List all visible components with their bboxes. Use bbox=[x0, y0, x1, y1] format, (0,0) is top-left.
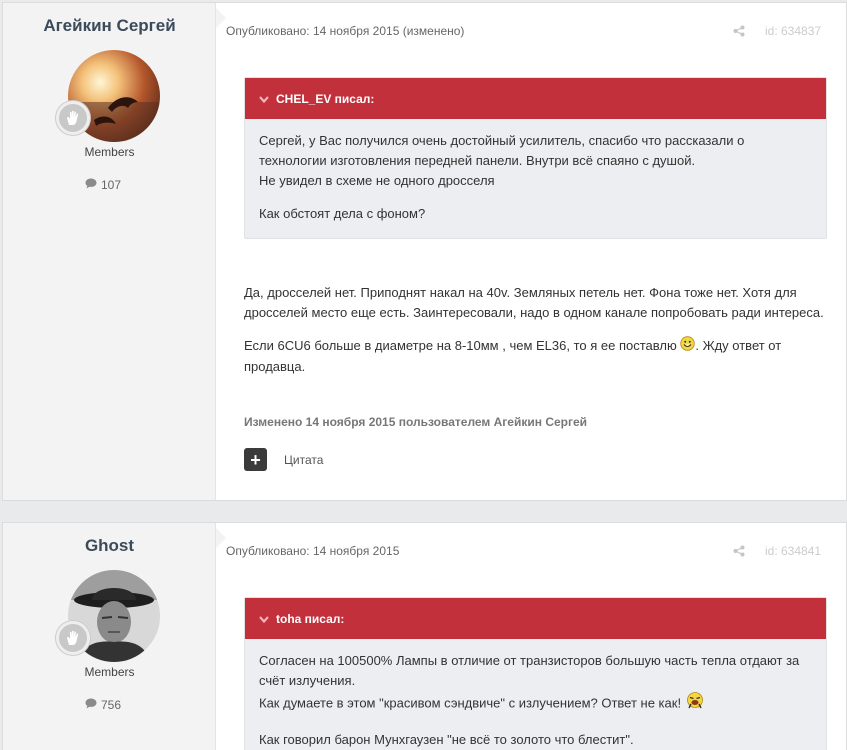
post-body: Да, дросселей нет. Приподнят накал на 40… bbox=[244, 283, 824, 390]
quote-text: Как думаете в этом "красивом сэндвиче" с… bbox=[259, 695, 682, 711]
post-count-value: 756 bbox=[101, 698, 122, 712]
author-name[interactable]: Агейкин Сергей bbox=[3, 16, 216, 36]
edited-note: Изменено 14 ноября 2015 пользователем Аг… bbox=[244, 415, 588, 429]
quote-block: CHEL_EV писал: Сергей, у Вас получился о… bbox=[244, 77, 827, 239]
avatar-container bbox=[56, 570, 160, 662]
quote-header[interactable]: CHEL_EV писал: bbox=[245, 78, 826, 119]
rank-hand-icon bbox=[56, 101, 90, 135]
post-id[interactable]: id: 634837 bbox=[765, 24, 821, 38]
chevron-down-icon bbox=[259, 612, 269, 626]
post-text: Если 6CU6 больше в диаметре на 8-10мм , … bbox=[244, 338, 677, 353]
author-panel: Агейкин Сергей Members 107 bbox=[3, 3, 216, 500]
post: Ghost Members 756 Опубликовано: 14 ноябр… bbox=[2, 522, 847, 750]
comment-icon bbox=[85, 698, 97, 712]
published-date[interactable]: Опубликовано: 14 ноября 2015 bbox=[226, 544, 399, 558]
quote-paragraph: Как обстоят дела с фоном? bbox=[259, 206, 426, 221]
multiquote-add-button[interactable]: + bbox=[244, 448, 267, 471]
share-icon[interactable] bbox=[733, 24, 745, 42]
post-count: 107 bbox=[85, 178, 121, 192]
quote-body: Согласен на 100500% Лампы в отличие от т… bbox=[245, 639, 826, 750]
share-icon[interactable] bbox=[733, 544, 745, 562]
post-id[interactable]: id: 634841 bbox=[765, 544, 821, 558]
quote-block: toha писал: Согласен на 100500% Лампы в … bbox=[244, 597, 827, 750]
member-group: Members bbox=[84, 145, 135, 159]
smile-emoji-icon bbox=[680, 336, 696, 357]
author-pointer bbox=[216, 528, 226, 548]
post-paragraph: Да, дросселей нет. Приподнят накал на 40… bbox=[244, 285, 824, 320]
laugh-emoji-icon bbox=[685, 691, 705, 717]
post-paragraph: Если 6CU6 больше в диаметре на 8-10мм , … bbox=[244, 336, 824, 377]
rank-hand-icon bbox=[56, 621, 90, 655]
member-group: Members bbox=[84, 665, 135, 679]
quote-header[interactable]: toha писал: bbox=[245, 598, 826, 639]
comment-icon bbox=[85, 178, 97, 192]
quote-author: CHEL_EV писал: bbox=[276, 91, 375, 106]
quote-paragraph: Как думаете в этом "красивом сэндвиче" с… bbox=[259, 691, 812, 717]
quote-paragraph: Сергей, у Вас получился очень достойный … bbox=[259, 133, 745, 168]
quote-author: toha писал: bbox=[276, 611, 345, 626]
quote-paragraph: Согласен на 100500% Лампы в отличие от т… bbox=[259, 653, 800, 688]
avatar-container bbox=[56, 50, 160, 142]
author-name[interactable]: Ghost bbox=[3, 536, 216, 556]
author-pointer bbox=[216, 8, 226, 28]
quote-paragraph: Не увидел в схеме не одного дросселя bbox=[259, 173, 495, 188]
quote-paragraph: Как говорил барон Мунхгаузен "не всё то … bbox=[259, 732, 634, 747]
quote-button[interactable]: Цитата bbox=[284, 453, 323, 467]
post-count-value: 107 bbox=[101, 178, 122, 192]
quote-body: Сергей, у Вас получился очень достойный … bbox=[245, 119, 826, 224]
chevron-down-icon bbox=[259, 92, 269, 106]
author-panel: Ghost Members 756 bbox=[3, 523, 216, 750]
published-date[interactable]: Опубликовано: 14 ноября 2015 (изменено) bbox=[226, 24, 464, 38]
post: Агейкин Сергей Members 107 Опубликовано:… bbox=[2, 2, 847, 501]
post-count: 756 bbox=[85, 698, 121, 712]
